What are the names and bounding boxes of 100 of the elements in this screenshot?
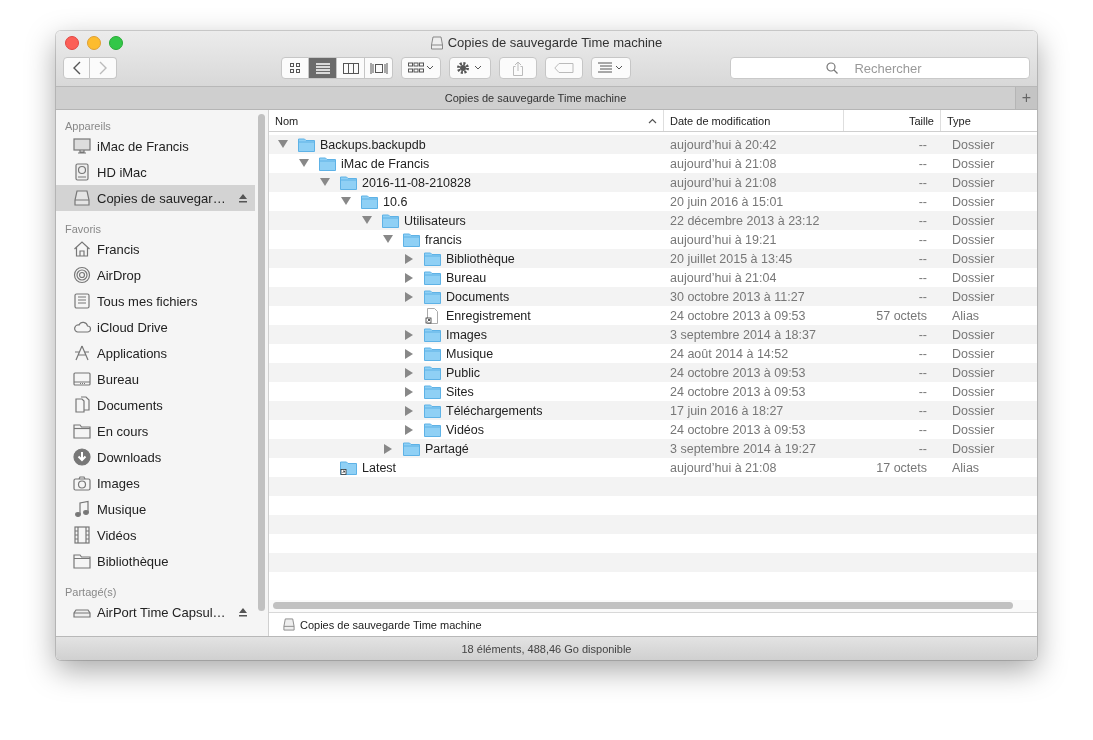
share-icon	[512, 60, 524, 76]
modified-date: aujourd’hui à 21:08	[670, 175, 777, 190]
columns-view-button[interactable]	[337, 57, 365, 79]
sidebar-item-label: AirDrop	[97, 267, 142, 283]
sidebar-item-label: HD iMac	[97, 164, 147, 180]
disclosure-triangle-icon[interactable]	[404, 367, 414, 378]
disclosure-triangle-icon[interactable]	[362, 216, 372, 225]
file-size: --	[918, 213, 927, 228]
sidebar-item[interactable]: Tous mes fichiers	[56, 288, 255, 314]
icons-view-button[interactable]	[281, 57, 309, 79]
file-name: Latest	[362, 460, 397, 475]
back-button[interactable]	[63, 57, 90, 79]
action-button[interactable]	[449, 57, 491, 79]
column-header[interactable]: Taille	[844, 110, 941, 131]
documents-icon	[73, 396, 91, 414]
disclosure-triangle-icon[interactable]	[383, 235, 393, 244]
file-type: Dossier	[952, 251, 995, 266]
sidebar-section-title: Favoris	[64, 222, 103, 236]
window-title: Copies de sauvegarde Time machine	[447, 35, 663, 50]
disclosure-triangle-icon[interactable]	[404, 291, 414, 302]
file-size: --	[918, 137, 927, 152]
sidebar-item-label: Applications	[97, 345, 168, 361]
eject-icon[interactable]	[238, 193, 248, 203]
folder-icon	[424, 384, 441, 399]
folder-icon	[382, 213, 399, 228]
disclosure-triangle-icon[interactable]	[383, 443, 393, 454]
folder-icon	[403, 441, 420, 456]
disclosure-triangle-icon[interactable]	[278, 140, 288, 149]
disclosure-triangle-icon[interactable]	[404, 253, 414, 264]
disclosure-triangle-icon[interactable]	[404, 329, 414, 340]
desktop-icon	[73, 370, 91, 388]
file-name: Bureau	[446, 270, 487, 285]
coverflow-view-button[interactable]	[365, 57, 393, 79]
scrollbar[interactable]	[258, 114, 265, 611]
disclosure-triangle-icon[interactable]	[320, 178, 330, 187]
sidebar-item[interactable]: AirDrop	[56, 262, 255, 288]
arrange-button[interactable]	[401, 57, 441, 79]
sidebar-item-label: Images	[97, 475, 140, 491]
sidebar-item[interactable]: En cours	[56, 418, 255, 444]
disclosure-triangle-icon[interactable]	[404, 405, 414, 416]
disclosure-triangle-icon[interactable]	[404, 272, 414, 283]
home-icon	[73, 240, 91, 258]
sidebar-item[interactable]: AirPort Time Capsul…	[56, 599, 255, 625]
file-size: --	[918, 270, 927, 285]
sidebar-item[interactable]: Documents	[56, 392, 255, 418]
sidebar-item[interactable]: iMac de Francis	[56, 133, 255, 159]
folder-icon	[424, 289, 441, 304]
sidebar-item[interactable]: Francis	[56, 236, 255, 262]
sidebar-item[interactable]: Copies de sauvegar…	[56, 185, 255, 211]
folder-icon	[424, 270, 441, 285]
sidebar-item[interactable]: iCloud Drive	[56, 314, 255, 340]
disclosure-triangle-icon[interactable]	[404, 386, 414, 397]
sidebar-item[interactable]: Images	[56, 470, 255, 496]
sidebar-item[interactable]: Vidéos	[56, 522, 255, 548]
modified-date: aujourd’hui à 21:08	[670, 460, 777, 475]
search-field[interactable]: Rechercher	[730, 57, 1030, 79]
file-type: Dossier	[952, 137, 995, 152]
sidebar-item-label: Francis	[97, 241, 140, 257]
file-name: Partagé	[425, 441, 469, 456]
list-view-button[interactable]	[309, 57, 337, 79]
disclosure-triangle-icon[interactable]	[341, 197, 351, 206]
folder-icon	[424, 251, 441, 266]
close-button[interactable]	[65, 36, 79, 50]
sidebar-item[interactable]: Bureau	[56, 366, 255, 392]
file-size: --	[918, 232, 927, 247]
file-size: --	[918, 156, 927, 171]
sidebar-item[interactable]: Applications	[56, 340, 255, 366]
path-item[interactable]: Copies de sauvegarde Time machine	[300, 618, 482, 631]
sidebar-item[interactable]: Bibliothèque	[56, 548, 255, 574]
disclosure-triangle-icon[interactable]	[404, 424, 414, 435]
file-name: Utilisateurs	[404, 213, 466, 228]
file-type: Dossier	[952, 403, 995, 418]
file-name: Enregistrement	[446, 308, 531, 323]
column-header[interactable]: Date de modification	[664, 110, 844, 131]
file-size: --	[918, 346, 927, 361]
sidebar-item[interactable]: Musique	[56, 496, 255, 522]
folder-icon	[424, 346, 441, 361]
tab[interactable]: Copies de sauvegarde Time machine	[56, 87, 1015, 109]
drive-icon	[430, 35, 443, 50]
modified-date: aujourd’hui à 21:08	[670, 156, 777, 171]
status-text: 18 éléments, 488,46 Go disponible	[461, 642, 632, 655]
modified-date: 20 juillet 2015 à 13:45	[670, 251, 793, 266]
minimize-button[interactable]	[87, 36, 101, 50]
disclosure-triangle-icon[interactable]	[404, 348, 414, 359]
eject-icon[interactable]	[238, 607, 248, 617]
scrollbar[interactable]	[273, 602, 1013, 609]
search-icon	[826, 62, 838, 74]
file-name: Musique	[446, 346, 494, 361]
list-icon	[315, 62, 330, 74]
disclosure-triangle-icon[interactable]	[299, 159, 309, 168]
sidebar-item[interactable]: HD iMac	[56, 159, 255, 185]
folder-icon	[73, 552, 91, 570]
drive-icon	[73, 189, 91, 207]
column-header[interactable]: Type	[941, 110, 1037, 131]
zoom-button[interactable]	[109, 36, 123, 50]
group-button[interactable]	[591, 57, 631, 79]
column-header[interactable]: Nom	[269, 110, 664, 131]
file-name: Backups.backupdb	[320, 137, 426, 152]
sidebar-item[interactable]: Downloads	[56, 444, 255, 470]
sidebar-item-label: Vidéos	[97, 527, 137, 543]
